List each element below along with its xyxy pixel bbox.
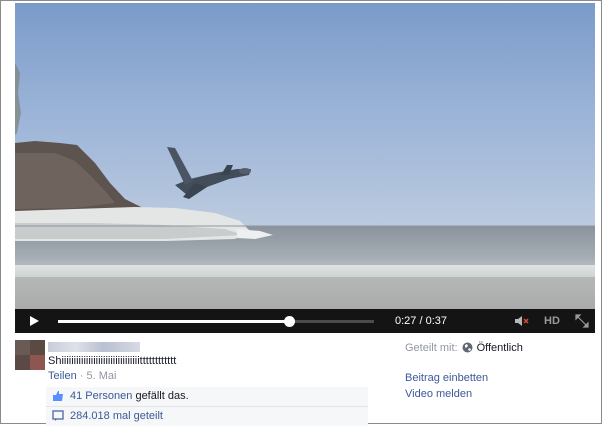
post-sidebar: Geteilt mit: Öffentlich Beitrag einbette… — [405, 342, 523, 400]
seek-handle[interactable] — [283, 316, 295, 327]
post-date[interactable]: 5. Mai — [87, 370, 117, 382]
fullscreen-icon[interactable] — [575, 314, 589, 328]
video-controls: 0:27 / 0:37 HD — [15, 309, 595, 333]
hd-button[interactable]: HD — [544, 315, 560, 327]
shared-with-label: Geteilt mit: — [405, 342, 458, 354]
video-player[interactable]: 0:27 / 0:37 HD — [15, 3, 595, 333]
post-container: 0:27 / 0:37 HD Shiiiiiiiiiiiiiiiiiiiiiii… — [0, 0, 602, 426]
time-display: 0:27 / 0:37 — [395, 315, 447, 327]
feedback-box: 41 Personen gefällt das. 284.018 mal get… — [46, 387, 368, 426]
shared-with: Geteilt mit: Öffentlich — [405, 342, 523, 356]
video-scenery — [15, 63, 595, 241]
likes-row: 41 Personen gefällt das. — [46, 387, 368, 407]
globe-icon[interactable] — [462, 342, 473, 353]
audience-value[interactable]: Öffentlich — [477, 342, 523, 354]
avatar-pixel — [30, 355, 45, 370]
likes-count-link[interactable]: 41 Personen — [70, 390, 132, 402]
share-link[interactable]: Teilen — [48, 370, 77, 382]
likes-suffix: gefällt das. — [132, 390, 189, 402]
meta-separator: · — [76, 370, 87, 382]
author-name-blurred[interactable] — [48, 342, 140, 352]
avatar[interactable] — [15, 340, 45, 370]
avatar-pixel — [15, 340, 30, 355]
embed-post-link[interactable]: Beitrag einbetten — [405, 372, 488, 384]
share-icon — [52, 410, 64, 421]
shares-row: 284.018 mal geteilt — [46, 407, 368, 426]
post-text: Shiiiiiiiiiiiiiiiiiiiiiiiiiiiiiiiitttttt… — [48, 355, 177, 367]
volume-muted-icon[interactable] — [514, 314, 530, 328]
report-video-link[interactable]: Video melden — [405, 388, 472, 400]
shares-count-link[interactable]: 284.018 mal geteilt — [70, 410, 163, 422]
post-meta: Teilen · 5. Mai — [48, 370, 117, 382]
seek-bar-played — [58, 320, 289, 323]
play-icon[interactable] — [27, 314, 41, 328]
thumbs-up-icon — [53, 391, 63, 401]
seek-bar[interactable] — [58, 316, 374, 327]
video-frame[interactable] — [15, 3, 595, 309]
